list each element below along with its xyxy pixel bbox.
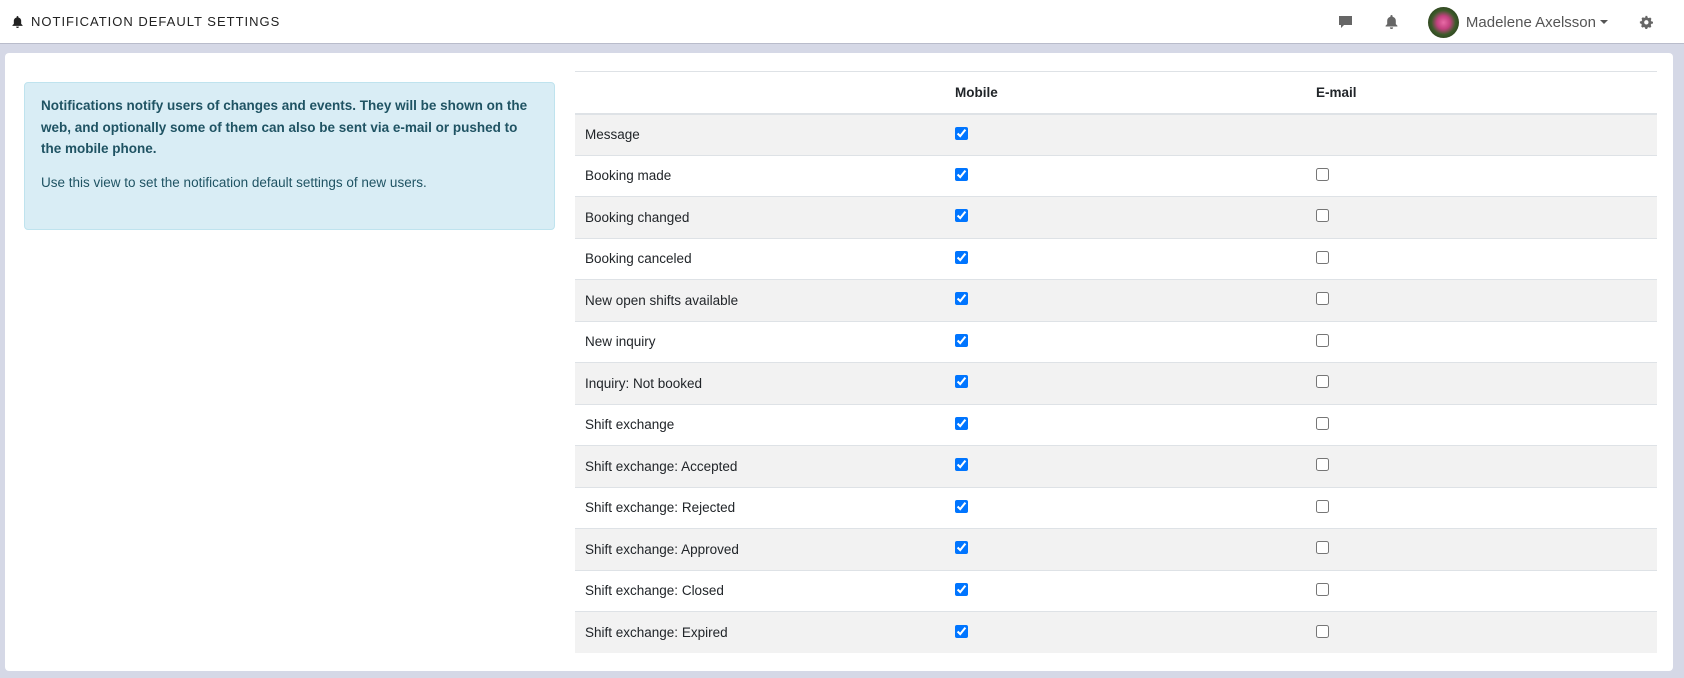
cell-mobile xyxy=(945,237,1306,280)
cell-mobile xyxy=(945,362,1306,404)
caret-down-icon xyxy=(1600,20,1608,24)
row-label: Message xyxy=(575,113,945,155)
cell-email xyxy=(1306,486,1657,529)
mobile-checkbox[interactable] xyxy=(955,292,968,306)
mobile-checkbox[interactable] xyxy=(955,167,968,181)
table-row: Shift exchange xyxy=(575,403,1657,446)
cell-email xyxy=(1306,362,1657,404)
mobile-checkbox[interactable] xyxy=(955,624,968,638)
cell-mobile xyxy=(945,320,1306,363)
row-label: Inquiry: Not booked xyxy=(575,362,945,404)
row-label: Booking canceled xyxy=(575,237,945,280)
cell-email xyxy=(1306,569,1657,612)
mobile-checkbox[interactable] xyxy=(955,416,968,430)
email-checkbox[interactable] xyxy=(1316,250,1329,264)
cell-mobile xyxy=(945,196,1306,238)
table-row: Shift exchange: Closed xyxy=(575,569,1657,612)
row-label: Booking made xyxy=(575,154,945,197)
cell-email xyxy=(1306,611,1657,653)
column-header-type xyxy=(575,71,945,115)
table-row: New open shifts available xyxy=(575,279,1657,321)
cell-mobile xyxy=(945,403,1306,446)
row-label: Shift exchange: Closed xyxy=(575,569,945,612)
chat-icon xyxy=(1339,16,1353,28)
mobile-checkbox[interactable] xyxy=(955,126,968,140)
avatar xyxy=(1427,6,1459,38)
cell-email xyxy=(1306,237,1657,280)
table-row: New inquiry xyxy=(575,320,1657,363)
column-header-email: E-mail xyxy=(1306,71,1657,115)
email-checkbox[interactable] xyxy=(1316,624,1329,638)
table-row: Shift exchange: Accepted xyxy=(575,445,1657,487)
settings-button[interactable] xyxy=(1634,10,1658,34)
info-secondary-text: Use this view to set the notification de… xyxy=(41,174,427,190)
info-alert: Notifications notify users of changes an… xyxy=(24,82,555,230)
cell-email xyxy=(1306,154,1657,197)
table-row: Message xyxy=(575,113,1657,155)
cell-mobile xyxy=(945,113,1306,155)
cell-email xyxy=(1306,320,1657,363)
bell-icon xyxy=(1385,15,1398,29)
row-label: New open shifts available xyxy=(575,279,945,321)
cell-mobile xyxy=(945,154,1306,197)
row-label: Shift exchange xyxy=(575,403,945,446)
email-checkbox[interactable] xyxy=(1316,499,1329,513)
table-row: Shift exchange: Expired xyxy=(575,611,1657,653)
column-header-mobile: Mobile xyxy=(945,71,1306,115)
email-checkbox[interactable] xyxy=(1316,416,1329,430)
top-bar: NOTIFICATION DEFAULT SETTINGS Madelene A… xyxy=(0,0,1684,44)
cell-mobile xyxy=(945,445,1306,487)
notifications-button[interactable] xyxy=(1380,10,1404,34)
cell-email xyxy=(1306,403,1657,446)
cell-mobile xyxy=(945,528,1306,570)
email-checkbox[interactable] xyxy=(1316,375,1329,389)
page-title-text: NOTIFICATION DEFAULT SETTINGS xyxy=(31,14,281,29)
email-checkbox[interactable] xyxy=(1316,209,1329,223)
cell-mobile xyxy=(945,486,1306,529)
email-checkbox[interactable] xyxy=(1316,541,1329,555)
mobile-checkbox[interactable] xyxy=(955,541,968,555)
cell-email xyxy=(1306,196,1657,238)
user-menu[interactable]: Madelene Axelsson xyxy=(1427,6,1608,38)
cell-email xyxy=(1306,445,1657,487)
cell-email xyxy=(1306,528,1657,570)
mobile-checkbox[interactable] xyxy=(955,458,968,472)
mobile-checkbox[interactable] xyxy=(955,375,968,389)
email-checkbox[interactable] xyxy=(1316,582,1329,596)
email-checkbox[interactable] xyxy=(1316,458,1329,472)
table-row: Booking made xyxy=(575,154,1657,197)
table-row: Booking changed xyxy=(575,196,1657,238)
mobile-checkbox[interactable] xyxy=(955,209,968,223)
email-checkbox[interactable] xyxy=(1316,333,1329,347)
cell-email xyxy=(1306,113,1657,155)
row-label: Shift exchange: Approved xyxy=(575,528,945,570)
table-row: Shift exchange: Approved xyxy=(575,528,1657,570)
info-primary-text: Notifications notify users of changes an… xyxy=(41,98,528,156)
row-label: Shift exchange: Accepted xyxy=(575,445,945,487)
table-row: Shift exchange: Rejected xyxy=(575,486,1657,529)
notification-settings-table: Mobile E-mail Message Booking made Booking… xyxy=(575,71,1657,653)
user-name: Madelene Axelsson xyxy=(1465,13,1596,31)
cell-email xyxy=(1306,279,1657,321)
mobile-checkbox[interactable] xyxy=(955,333,968,347)
mobile-checkbox[interactable] xyxy=(955,499,968,513)
bell-icon xyxy=(12,15,23,28)
row-label: Booking changed xyxy=(575,196,945,238)
email-checkbox[interactable] xyxy=(1316,167,1329,181)
table-row: Inquiry: Not booked xyxy=(575,362,1657,404)
cell-mobile xyxy=(945,279,1306,321)
row-label: Shift exchange: Expired xyxy=(575,611,945,653)
gear-icon xyxy=(1639,15,1653,29)
row-label: Shift exchange: Rejected xyxy=(575,486,945,529)
table-row: Booking canceled xyxy=(575,237,1657,280)
messages-button[interactable] xyxy=(1334,10,1358,34)
mobile-checkbox[interactable] xyxy=(955,250,968,264)
page-title: NOTIFICATION DEFAULT SETTINGS xyxy=(12,14,280,29)
content-card: Notifications notify users of changes an… xyxy=(5,53,1673,671)
email-checkbox[interactable] xyxy=(1316,292,1329,306)
cell-mobile xyxy=(945,611,1306,653)
mobile-checkbox[interactable] xyxy=(955,582,968,596)
cell-mobile xyxy=(945,569,1306,612)
row-label: New inquiry xyxy=(575,320,945,363)
